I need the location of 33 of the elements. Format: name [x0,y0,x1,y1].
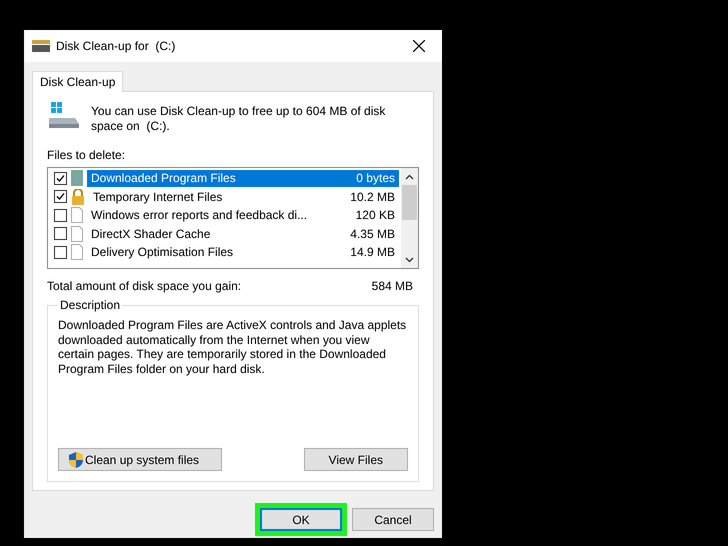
view-files-button[interactable]: View Files [304,448,408,471]
window-title: Disk Clean-up for (C:) [56,39,176,53]
description-text: Downloaded Program Files are ActiveX controls and Java applets downloaded automatically from the Internet when you view certain pages. They are temporarily stored in the Downloaded Program Files folder on your hard disk. [58,318,408,376]
intro-text: You can use Disk Clean-up to free up to 604 MB of disk space on (C:). [91,104,386,134]
scroll-up-icon[interactable] [405,174,414,180]
close-icon [413,40,425,52]
file-item[interactable]: Downloaded Program Files 0 bytes [87,170,399,187]
checkbox[interactable] [54,246,67,259]
description-title: Description [58,298,122,312]
total-label: Total amount of disk space you gain: [47,279,242,293]
scroll-down-icon[interactable] [405,256,414,262]
files-label: Files to delete: [47,148,126,162]
checkbox[interactable] [54,190,67,204]
checkbox[interactable] [54,227,67,240]
file-item[interactable]: Temporary Internet Files 10.2 MB [89,188,399,206]
file-item[interactable]: Windows error reports and feedback di... 120 KB [87,206,399,224]
ok-button[interactable]: OK [260,508,342,531]
document-icon [71,244,83,260]
checkbox[interactable] [54,208,67,222]
tab[interactable]: Disk Clean-up [32,71,124,92]
document-icon [71,207,83,224]
drive-icon [32,40,50,52]
checkbox[interactable] [54,172,67,185]
lock-icon [71,188,85,205]
file-item[interactable]: DirectX Shader Cache 4.35 MB [87,225,399,242]
total-value: 584 MB [372,279,413,293]
scrollbar[interactable] [401,168,418,268]
file-item[interactable]: Delivery Optimisation Files 14.9 MB [87,244,399,261]
shield-icon [69,452,83,468]
cancel-button[interactable]: Cancel [352,508,434,531]
clean-up-button[interactable]: Clean up system files [58,448,222,471]
document-icon [71,226,83,242]
program-icon [71,170,83,186]
